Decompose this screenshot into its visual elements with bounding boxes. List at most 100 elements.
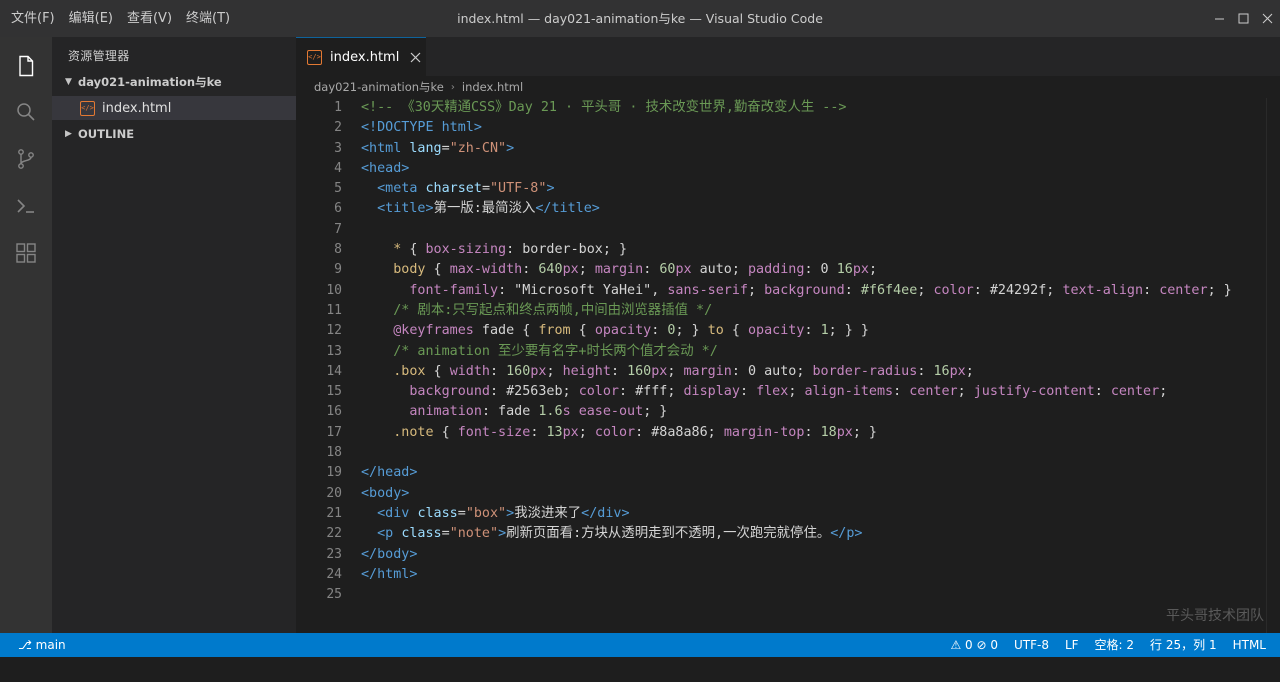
code-line: font-family: "Microsoft YaHei", sans-ser… [361,281,1280,301]
cursor-position[interactable]: 行 25，列 1 [1142,633,1225,657]
code-token: color [933,282,974,298]
close-window-button[interactable] [1256,0,1278,37]
code-token: <p [377,526,402,542]
code-token: max-width [449,262,523,278]
code-token: : #8a8a86; [635,424,724,440]
line-number: 8 [334,242,342,258]
html-file-icon-glyph: </> [81,104,94,112]
menu-view[interactable]: 查看(V) [120,0,179,37]
code-token: <html [361,140,410,156]
maximize-button[interactable] [1232,0,1254,37]
menu-edit[interactable]: 编辑(E) [62,0,120,37]
code-token: : [530,424,547,440]
line-number: 10 [326,282,342,298]
code-token: > [506,140,515,156]
problems-indicator[interactable]: ⚠ 0 ⊘ 0 [942,633,1006,657]
code-token: .note [393,424,434,440]
minimize-button[interactable] [1208,0,1230,37]
code-token: background [409,384,490,400]
editor-scrollbar[interactable] [1266,98,1280,633]
source-control-button[interactable] [0,136,52,182]
indentation-indicator[interactable]: 空格: 2 [1087,633,1143,657]
outline-section[interactable]: ▶ OUTLINE [52,122,296,146]
code-token: ; [578,424,595,440]
code-token: : #24292f; [973,282,1063,298]
breadcrumb: day021-animation与ke › index.html [296,76,1280,98]
extensions-button[interactable] [0,230,52,276]
menu-bar: 文件(F) 编辑(E) 查看(V) 终端(T) [4,0,237,37]
code-line: /* 剧本:只写起点和终点两帧,中间由浏览器插值 */ [361,301,1280,321]
code-token: center [1110,384,1160,400]
close-icon [410,52,421,62]
html-file-icon: </> [307,49,322,65]
code-token: /* animation 至少要有名字+时长两个值才会动 */ [393,343,718,359]
code-token: : [610,363,628,379]
code-token: class [417,505,458,521]
eol-indicator[interactable]: LF [1057,633,1087,657]
menu-file[interactable]: 文件(F) [4,0,62,37]
code-token: > [506,505,515,521]
chevron-right-icon: › [450,81,455,93]
explorer-button[interactable] [0,43,52,89]
code-token: </head> [361,465,418,481]
code-token: 1.6 [538,404,563,420]
bottom-strip [0,657,1280,682]
explorer-sidebar: 资源管理器 ▼ day021-animation与ke </> index.ht… [52,37,296,633]
language-mode[interactable]: HTML [1225,633,1274,657]
tab-label: index.html [330,49,400,65]
code-token: border-radius [812,363,918,379]
code-token: 我淡进来了 [514,505,582,521]
line-number: 19 [326,465,342,481]
tab-close-button[interactable] [408,50,422,64]
files-icon [19,55,34,77]
code-token: s [562,404,571,420]
terminal-button[interactable] [0,183,52,229]
branch-indicator[interactable]: ⎇ main [10,633,74,657]
line-number: 15 [326,384,342,400]
code-line: </body> [361,545,1280,565]
code-token: justify-content [973,384,1095,400]
minimize-icon [1214,18,1224,20]
code-token: = [441,140,450,156]
line-number: 14 [326,363,342,379]
code-token: class [401,526,442,542]
code-token: = [481,181,490,197]
code-token: "note" [449,526,499,542]
line-number: 2 [334,120,342,136]
code-token: ease-out [578,404,644,420]
code-token: <!-- 《30天精通CSS》Day 21 · 平头哥 · 技术改变世界,勤奋改… [361,100,847,115]
line-number: 4 [334,160,342,176]
line-number: 5 [334,181,342,197]
folder-row[interactable]: ▼ day021-animation与ke [52,70,296,94]
file-row-index-html[interactable]: </> index.html [52,96,296,120]
code-token: 160 [627,363,652,379]
breadcrumb-file[interactable]: index.html [462,80,523,94]
line-number: 11 [326,302,342,318]
code-token: > [498,526,507,542]
code-token: "zh-CN" [449,140,507,156]
search-view-button[interactable] [0,89,52,135]
tab-index-html[interactable]: </> index.html [296,37,426,76]
code-token: = [441,526,450,542]
code-editor[interactable]: 1 2 3 4 5 6 7 8 9 10 11 12 13 14 15 16 17 18 19 20 21 22 23 24 2… [296,98,1280,633]
code-token: margin-top [723,424,805,440]
code-content[interactable]: <!-- 《30天精通CSS》Day 21 · 平头哥 · 技术改变世界,勤奋改… [361,98,1280,605]
code-token: px [675,262,692,278]
code-token: > [546,181,555,197]
code-token: : [844,282,861,298]
code-token: .box [393,363,426,379]
encoding-indicator[interactable]: UTF-8 [1006,633,1057,657]
breadcrumb-folder[interactable]: day021-animation与ke [314,79,444,95]
code-line: </head> [361,463,1280,483]
menu-terminal[interactable]: 终端(T) [179,0,237,37]
code-token: opacity [594,323,652,339]
close-icon [1262,13,1272,24]
code-token: </body> [361,546,418,562]
code-token: </div> [581,505,630,521]
code-token: : fade [481,404,539,420]
code-token: : "Microsoft YaHei", [498,282,668,298]
code-token: ; } [643,404,668,420]
